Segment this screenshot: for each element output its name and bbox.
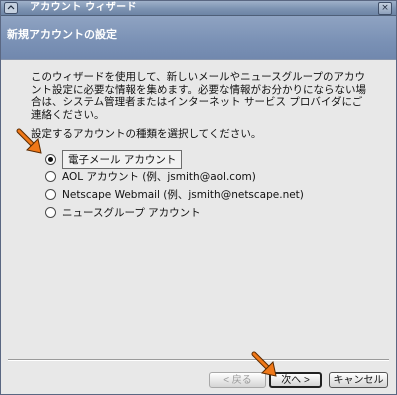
radio-button[interactable] xyxy=(45,206,56,218)
title-bar[interactable]: アカウント ウィザード × xyxy=(1,1,396,16)
wizard-header: 新規アカウントの設定 xyxy=(1,16,396,60)
annotation-arrow-icon xyxy=(16,128,42,154)
intro-text: このウィザードを使用して、新しいメールやニュースグループのアカウント設定に必要な… xyxy=(31,71,366,121)
annotation-arrow-icon xyxy=(251,351,277,377)
radio-option-netscape-webmail[interactable]: Netscape Webmail (例、jsmith@netscape.net) xyxy=(45,186,304,202)
radio-label[interactable]: AOL アカウント (例、jsmith@aol.com) xyxy=(62,169,256,184)
cancel-button[interactable]: キャンセル xyxy=(329,372,388,388)
radio-button[interactable] xyxy=(45,188,56,200)
radio-button[interactable] xyxy=(45,170,56,182)
radio-label[interactable]: 電子メール アカウント xyxy=(62,149,183,169)
button-separator xyxy=(8,359,389,361)
account-wizard-window: アカウント ウィザード × 新規アカウントの設定 このウィザードを使用して、新し… xyxy=(0,0,397,395)
radio-label[interactable]: Netscape Webmail (例、jsmith@netscape.net) xyxy=(62,187,304,202)
radio-label[interactable]: ニュースグループ アカウント xyxy=(62,205,201,220)
radio-option-email[interactable]: 電子メール アカウント xyxy=(45,149,183,169)
wizard-content: このウィザードを使用して、新しいメールやニュースグループのアカウント設定に必要な… xyxy=(31,71,371,141)
select-prompt: 設定するアカウントの種類を選択してください。 xyxy=(31,128,262,140)
radio-option-aol[interactable]: AOL アカウント (例、jsmith@aol.com) xyxy=(45,168,256,184)
window-menu-icon[interactable] xyxy=(4,2,18,14)
page-title: 新規アカウントの設定 xyxy=(7,28,117,41)
window-title: アカウント ウィザード xyxy=(30,2,137,13)
radio-button[interactable] xyxy=(45,153,56,165)
radio-option-newsgroup[interactable]: ニュースグループ アカウント xyxy=(45,204,201,220)
close-icon[interactable]: × xyxy=(378,2,392,15)
